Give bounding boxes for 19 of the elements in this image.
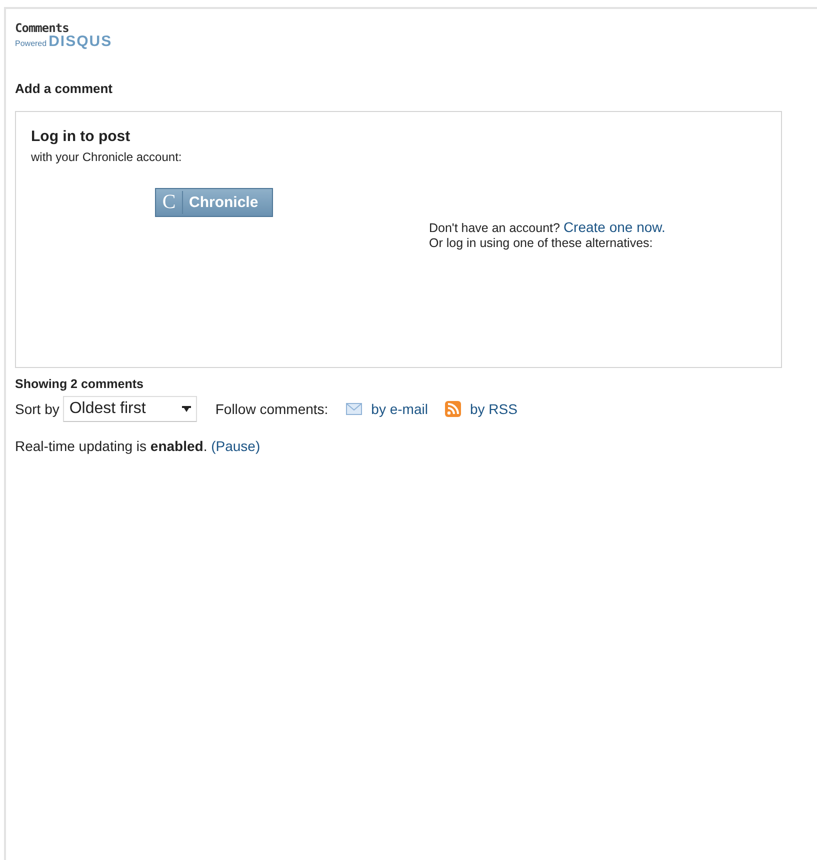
sort-label: Sort by <box>15 401 60 417</box>
pause-link[interactable]: (Pause) <box>211 438 260 454</box>
sort-dropdown[interactable]: Oldest first <box>63 396 198 422</box>
comments-title: Comments <box>15 21 70 35</box>
dropdown-caret-icon <box>182 406 192 412</box>
disqus-logo: Powered DISQUS <box>15 35 114 51</box>
rss-follow-link[interactable]: by RSS <box>470 401 518 417</box>
no-account-text: Don't have an account? Create one now. <box>429 220 666 236</box>
follow-label: Follow comments: <box>215 401 328 417</box>
add-comment-heading: Add a comment <box>15 81 114 96</box>
rss-icon <box>444 401 461 417</box>
comment-count: Showing 2 comments <box>15 377 144 391</box>
alternatives-text: Or log in using one of these alternatives: <box>429 236 654 251</box>
login-title: Log in to post <box>31 128 132 145</box>
create-account-link[interactable]: Create one now. <box>563 219 666 235</box>
email-follow-link[interactable]: by e-mail <box>371 401 428 417</box>
realtime-status-text: Real-time updating is enabled. (Pause) <box>15 438 262 454</box>
envelope-icon <box>346 403 362 415</box>
login-subtitle: with your Chronicle account: <box>31 150 183 164</box>
